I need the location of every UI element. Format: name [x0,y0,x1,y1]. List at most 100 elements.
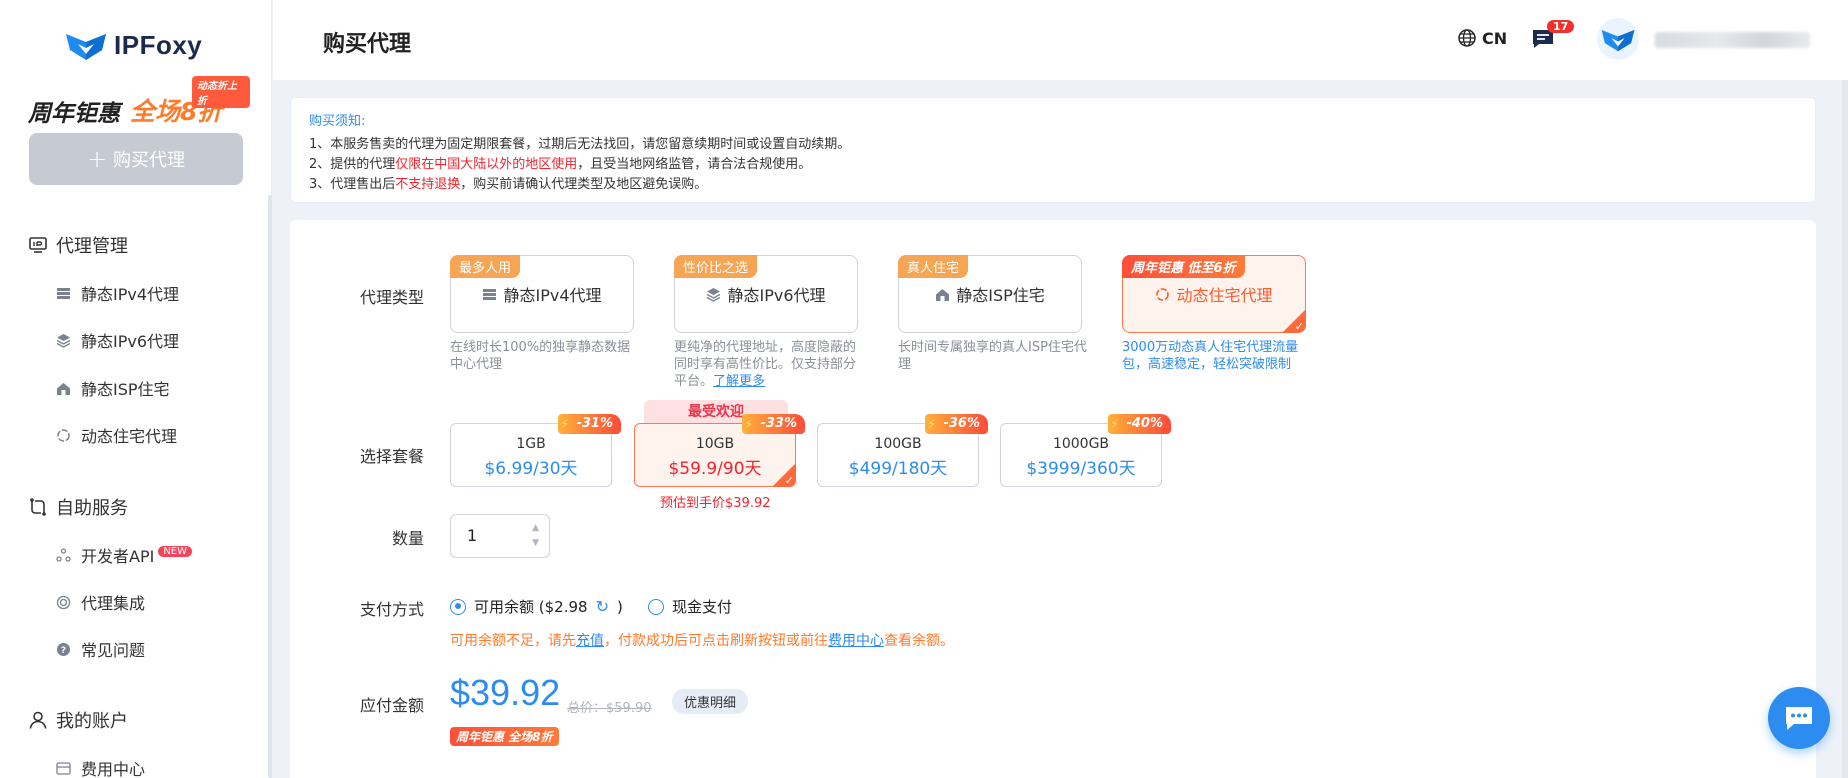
balance-close: ) [616,597,623,616]
sidebar-item-dynamic[interactable]: 动态住宅代理 [56,423,177,447]
sidebar-item-integration[interactable]: 代理集成 [56,590,145,614]
globe-icon [1458,29,1476,47]
language-switcher[interactable]: CN [1457,28,1507,48]
payment-note: 可用余额不足，请先充值，付款成功后可点击刷新按钮或前往费用中心查看余额。 [450,630,954,650]
quantity-value: 1 [467,526,478,545]
notice-highlight: 仅限在中国大陆以外的地区使用 [395,157,578,172]
sidebar-item-label: 静态ISP住宅 [81,380,170,399]
sidebar-item-isp[interactable]: 静态ISP住宅 [56,376,170,400]
billing-center-link[interactable]: 费用中心 [828,633,884,649]
type-name: 静态IPv4代理 [503,286,602,305]
chat-icon [1786,707,1812,730]
amount-value: $39.92 [450,672,561,713]
plus-icon: + [86,145,108,173]
nav-group-proxy[interactable]: 代理管理 [28,232,128,258]
type-tag: 真人住宅 [898,255,969,278]
pay-balance-radio[interactable]: 可用余额 ($2.98 ↻ ) [450,596,623,617]
type-card-isp[interactable]: 真人住宅 静态ISP住宅 [898,255,1082,333]
note-text: ，付款成功后可点击刷新按钮或前往 [604,633,828,649]
server-icon [57,287,70,299]
sidebar-item-api[interactable]: 开发者API NEW [56,543,193,567]
selected-check-icon: ✓ [1282,309,1306,333]
notice-title: 购买须知: [309,114,366,129]
main-scrollbar[interactable] [1842,80,1848,778]
avatar[interactable] [1597,18,1639,60]
sidebar-item-label: 静态IPv4代理 [81,285,180,304]
brand-logo[interactable]: IPFoxy [64,28,202,62]
proxy-type-label: 代理类型 [360,288,425,307]
layers-icon [56,333,71,348]
package-1gb[interactable]: -31% 1GB $6.99/30天 [450,414,621,487]
svg-text:?: ? [61,646,66,656]
type-desc-ipv6: 更纯净的代理地址，高度隐蔽的同时享有高性价比。仅支持部分平台。了解更多 [674,339,864,390]
layers-icon [707,287,721,302]
purchase-notice: 购买须知: 1、本服务售卖的代理为固定期限套餐，过期后无法找回，请您留意续期时间… [290,97,1816,203]
buy-proxy-label: 购买代理 [113,150,186,171]
nav-group-account[interactable]: 我的账户 [28,707,128,733]
notice-text: 3、代理售出后 [309,177,396,192]
notice-text: 2、提供的代理 [309,157,396,172]
api-icon [56,547,71,562]
note-text: 可用余额不足，请先 [450,633,576,649]
stepper-arrows-icon[interactable]: ▲ ▼ [532,521,539,551]
recharge-link[interactable]: 充值 [576,633,604,649]
sidebar-item-faq[interactable]: ? 常见问题 [56,637,145,661]
package-price: $3999/360天 [1026,459,1136,479]
anniversary-promo-badge: 周年钜惠 全场8折 [450,727,559,746]
self-service-icon [30,498,46,516]
promo-banner[interactable]: 周年钜惠 全场8折 动态折上折 [28,76,250,127]
buy-proxy-button[interactable]: + 购买代理 [29,133,243,185]
selected-check-icon: ✓ [772,463,796,487]
learn-more-link[interactable]: 了解更多 [713,374,765,389]
notice-line-1: 1、本服务售卖的代理为固定期限套餐，过期后无法找回，请您留意续期时间或设置自动续… [309,137,851,152]
package-price: $499/180天 [848,459,948,479]
promo-tag: 动态折上折 [192,76,250,108]
type-tag: 周年钜惠 低至6折 [1122,255,1245,278]
discount-badge: -33% [742,414,805,434]
balance-label: 可用余额 ($2.98 [474,598,588,616]
type-name: 静态ISP住宅 [956,286,1045,305]
username-blurred[interactable] [1655,32,1810,48]
messages-button[interactable]: 17 [1531,20,1575,54]
page-title: 购买代理 [323,32,412,57]
top-header: 购买代理 CN 17 [273,0,1848,80]
sidebar-item-label: 动态住宅代理 [81,427,178,446]
discount-badge: -40% [1108,414,1171,434]
package-price: $6.99/30天 [484,459,578,479]
estimated-price: 预估到手价$39.92 [660,496,771,511]
type-card-ipv6[interactable]: 性价比之选 静态IPv6代理 [674,255,858,333]
fox-logo-icon [66,34,106,60]
sidebar-item-label: 开发者API [81,547,155,566]
ip-monitor-icon [29,237,47,253]
new-badge: NEW [158,545,193,557]
sidebar-item-ipv4[interactable]: 静态IPv4代理 [56,281,179,305]
nav-group-self-service[interactable]: 自助服务 [28,494,128,520]
user-icon [29,711,47,729]
billing-icon [56,761,71,775]
package-1000gb[interactable]: -40% 1000GB $3999/360天 [1000,414,1171,487]
sidebar-scrollbar[interactable] [268,195,272,778]
type-card-ipv4[interactable]: 最多人用 静态IPv4代理 [450,255,634,333]
package-100gb[interactable]: -36% 100GB $499/180天 [817,414,988,487]
type-desc-isp: 长时间专属独享的真人ISP住宅代理 [898,340,1087,372]
sidebar-item-ipv6[interactable]: 静态IPv6代理 [56,328,179,352]
discount-detail-button[interactable]: 优惠明细 [672,689,749,714]
radio-unchecked-icon [648,598,664,615]
package-10gb[interactable]: -33% 10GB $59.9/90天 ✓ [634,414,805,487]
package-label: 选择套餐 [360,447,425,466]
chat-support-button[interactable] [1768,687,1830,749]
refresh-icon[interactable]: ↻ [596,597,609,616]
type-card-dynamic[interactable]: 周年钜惠 低至6折 动态住宅代理 ✓ [1122,255,1306,333]
notice-text: ，且受当地网络监管，请合法合规使用。 [577,157,812,172]
type-tag: 最多人用 [450,255,521,278]
sidebar-item-billing[interactable]: 费用中心 [56,756,145,778]
quantity-stepper[interactable]: 1 ▲ ▼ [450,514,550,558]
pay-cash-radio[interactable]: 现金支付 [648,596,732,617]
cash-label: 现金支付 [672,598,733,616]
refresh-cycle-icon [1156,287,1170,301]
fox-avatar-icon [1601,30,1635,52]
integration-icon [56,595,71,609]
discount-badge: -36% [925,414,988,434]
server-icon [483,288,497,300]
promo-text-1: 周年钜惠 [28,101,120,127]
